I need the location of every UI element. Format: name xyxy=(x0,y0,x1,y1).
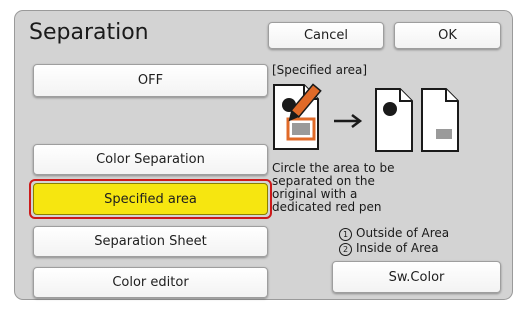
option-specified-area-button[interactable]: Specified area xyxy=(33,183,268,215)
arrow-right-icon xyxy=(334,114,363,128)
detail-description-line-4: dedicated red pen xyxy=(272,200,382,214)
specified-area-illustration xyxy=(272,83,477,155)
detail-heading: [Specified area] xyxy=(272,63,368,77)
separation-dialog: Separation Cancel OK OFF Color Separatio… xyxy=(14,10,513,300)
option-off-button[interactable]: OFF xyxy=(33,64,268,97)
ok-button[interactable]: OK xyxy=(394,22,501,49)
legend-text-inside: Inside of Area xyxy=(356,241,439,255)
legend-text-outside: Outside of Area xyxy=(356,226,450,240)
legend-item-outside: 1 Outside of Area xyxy=(339,227,449,241)
option-off-label: OFF xyxy=(137,73,164,88)
sw-color-button-label: Sw.Color xyxy=(388,269,445,285)
legend-number-1: 1 xyxy=(339,228,352,241)
legend-number-2: 2 xyxy=(339,243,352,256)
option-separation-sheet-label: Separation Sheet xyxy=(94,234,207,249)
cancel-button-label: Cancel xyxy=(303,28,349,43)
option-color-separation-button[interactable]: Color Separation xyxy=(33,144,268,175)
option-color-editor-label: Color editor xyxy=(112,275,189,290)
legend-item-inside: 2 Inside of Area xyxy=(339,242,439,256)
option-separation-sheet-button[interactable]: Separation Sheet xyxy=(33,226,268,257)
ok-button-label: OK xyxy=(438,28,457,43)
cancel-button[interactable]: Cancel xyxy=(268,22,384,49)
option-color-separation-label: Color Separation xyxy=(96,152,205,167)
option-specified-area-label: Specified area xyxy=(104,191,197,207)
option-color-editor-button[interactable]: Color editor xyxy=(33,267,268,298)
sw-color-button[interactable]: Sw.Color xyxy=(332,261,501,293)
dialog-title: Separation xyxy=(29,20,149,45)
inside-area-page-icon xyxy=(421,88,459,152)
outside-area-page-icon xyxy=(375,88,413,152)
